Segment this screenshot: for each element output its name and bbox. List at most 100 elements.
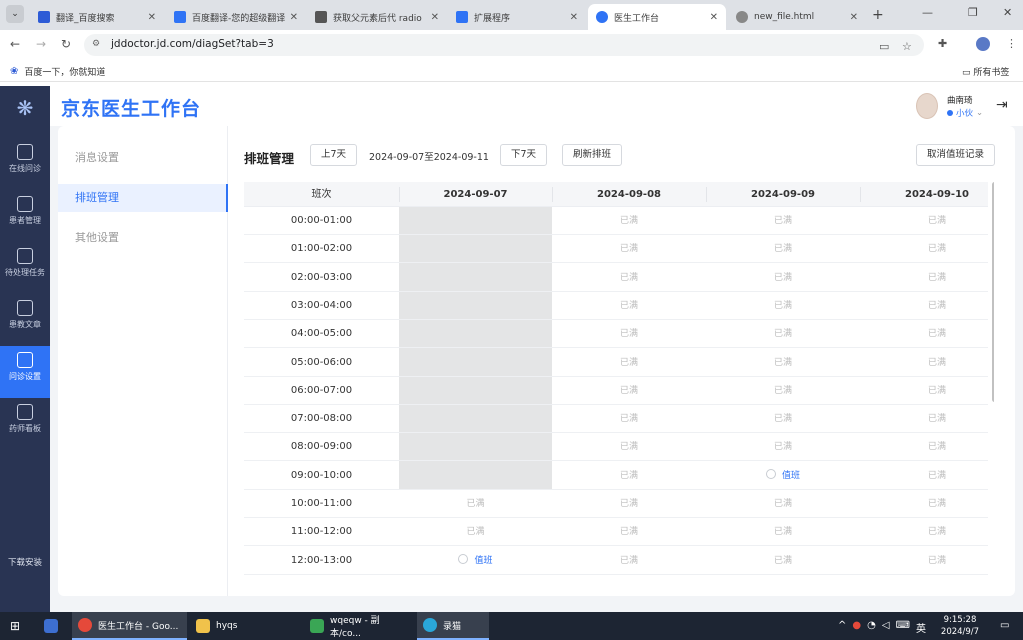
page-title: 排班管理 [244, 151, 295, 166]
window-close-icon[interactable]: ✕ [1003, 6, 1012, 19]
close-icon[interactable]: ✕ [570, 12, 578, 23]
browser-tab[interactable]: 获取父元素后代 radio ✕ [307, 4, 447, 30]
close-icon[interactable]: ✕ [148, 12, 156, 23]
schedule-table: 班次 2024-09-07 2024-09-08 2024-09-09 2024… [244, 182, 994, 578]
all-bookmarks-button[interactable]: ▭ 所有书签 [962, 65, 1009, 78]
full-slot-cell: 已满 [773, 216, 792, 226]
full-slot-cell: 已满 [466, 527, 485, 538]
user-status-dropdown[interactable]: 小伙 ⌄ [947, 107, 983, 119]
cast-icon[interactable]: ▭ [879, 40, 889, 53]
nav-item-consult-settings[interactable]: 问诊设置 [0, 346, 50, 398]
browser-tab[interactable]: 百度翻译-您的超级翻译 ✕ [166, 4, 306, 30]
taskbar-item-hbuilder[interactable]: wqeqw - 副本/co... [304, 612, 414, 640]
subnav-item-schedule-management[interactable]: 排班管理 [58, 184, 228, 212]
time-slot-label: 07:00-08:00 [290, 413, 353, 425]
subnav-item-message-settings[interactable]: 消息设置 [58, 144, 228, 172]
article-icon [17, 300, 33, 316]
back-icon[interactable]: ← [10, 37, 20, 51]
radio-icon[interactable] [458, 553, 469, 564]
extensions-icon[interactable]: ✚ [938, 37, 947, 50]
full-slot-cell: 已满 [619, 329, 638, 340]
cancel-duty-records-button[interactable]: 取消值班记录 [916, 144, 996, 166]
full-slot-cell: 已满 [619, 555, 638, 566]
full-slot-cell: 已满 [619, 300, 638, 311]
date-range-label: 2024-09-07至2024-09-11 [369, 152, 489, 163]
logout-icon[interactable]: ⇥ [996, 97, 1008, 113]
column-header-shift: 班次 [311, 189, 332, 200]
restore-icon[interactable]: ❐ [968, 6, 978, 19]
browser-tab[interactable]: 扩展程序 ✕ [448, 4, 586, 30]
prev-7-days-button[interactable]: 上7天 [310, 144, 358, 166]
table-row: 04:00-05:00 已满 已满 已满 [244, 320, 988, 349]
tab-search-menu-button[interactable]: ⌄ [6, 5, 24, 23]
bookmark-item[interactable]: ❀ 百度一下，你就知道 [10, 65, 105, 78]
nav-item-pending-tasks[interactable]: 待处理任务 [0, 242, 50, 294]
profile-avatar[interactable] [976, 37, 990, 51]
table-row: 08:00-09:00 已满 已满 已满 [244, 433, 988, 462]
full-slot-cell: 已满 [927, 527, 946, 538]
reload-icon[interactable]: ↻ [61, 37, 71, 51]
folder-icon [17, 196, 33, 212]
time-slot-label: 12:00-13:00 [290, 554, 353, 566]
system-clock[interactable]: 9:15:28 2024/9/7 [940, 614, 980, 638]
browser-toolbar: ← → ↻ ⚙ jddoctor.jd.com/diagSet?tab=3 ▭ … [0, 30, 1023, 60]
close-icon[interactable]: ✕ [290, 12, 298, 23]
windows-start-icon[interactable]: ⊞ [10, 619, 24, 633]
full-slot-cell: 已满 [773, 385, 792, 396]
settings-doc-icon [17, 352, 33, 368]
table-row: 12:00-13:00 值班 已满 已满 已满 [244, 547, 988, 575]
full-slot-cell: 已满 [619, 470, 638, 481]
taskbar-item-recorder[interactable]: 录猫 [417, 612, 489, 640]
notification-icon[interactable]: ▭ [1000, 620, 1009, 631]
column-header-date: 2024-09-10 [905, 189, 969, 200]
taskbar-item-chrome[interactable]: 医生工作台 - Goo... [72, 612, 187, 640]
full-slot-cell: 已满 [927, 442, 946, 453]
next-7-days-button[interactable]: 下7天 [500, 144, 548, 166]
close-icon[interactable]: ✕ [850, 12, 858, 23]
duty-slot-radio[interactable]: 值班 [706, 462, 860, 490]
taskbar-item-folder[interactable]: hyqs [190, 612, 300, 640]
chevron-up-icon[interactable]: ^ [838, 620, 846, 635]
full-slot-cell: 已满 [619, 272, 638, 283]
browser-tab[interactable]: new_file.html ✕ [728, 4, 866, 30]
close-icon[interactable]: ✕ [710, 12, 718, 23]
subnav-item-other-settings[interactable]: 其他设置 [58, 224, 228, 252]
folder-icon: ▭ [962, 68, 974, 78]
nav-item-online-consult[interactable]: 在线问诊 [0, 138, 50, 190]
full-slot-cell: 已满 [927, 329, 946, 340]
nav-item-pharmacist-board[interactable]: 药师看板 [0, 398, 50, 450]
time-slot-label: 06:00-07:00 [290, 384, 353, 396]
nav-item-patient-management[interactable]: 患者管理 [0, 190, 50, 242]
radio-icon[interactable] [765, 468, 776, 479]
clipboard-icon [17, 404, 33, 420]
system-tray: ^ ● ◔ ◁ ⌨ 英 [838, 620, 926, 635]
ime-tray-icon[interactable]: ⌨ [896, 620, 910, 635]
address-bar[interactable]: ⚙ jddoctor.jd.com/diagSet?tab=3 ▭ ☆ [84, 34, 924, 56]
table-scrollbar[interactable] [992, 182, 994, 402]
user-name: 曲南琦 [947, 96, 973, 106]
hbuilder-icon [310, 619, 324, 633]
duty-slot-radio[interactable]: 值班 [399, 547, 552, 575]
bookmark-star-icon[interactable]: ☆ [902, 40, 912, 53]
network-icon[interactable]: ◔ [867, 620, 876, 635]
avatar[interactable] [916, 93, 938, 119]
chrome-icon [78, 618, 92, 632]
ime-indicator[interactable]: 英 [916, 620, 926, 635]
baidu-paw-icon: ❀ [10, 66, 19, 77]
browser-tab-active[interactable]: 医生工作台 ✕ [588, 4, 726, 30]
browser-tab[interactable]: 翻译_百度搜索 ✕ [30, 4, 164, 30]
volume-icon[interactable]: ◁ [882, 620, 890, 635]
forward-icon[interactable]: → [36, 37, 46, 51]
close-icon[interactable]: ✕ [431, 12, 439, 23]
browser-menu-icon[interactable]: ⋮ [1006, 37, 1017, 50]
new-tab-button[interactable]: + [872, 7, 884, 23]
folder-icon [196, 619, 210, 633]
minimize-icon[interactable]: — [922, 6, 933, 19]
record-tray-icon[interactable]: ● [852, 620, 861, 635]
refresh-schedule-button[interactable]: 刷新排班 [562, 144, 623, 166]
taskbar-item[interactable] [38, 612, 70, 640]
site-info-icon[interactable]: ⚙ [92, 39, 104, 51]
nav-item-articles[interactable]: 患教文章 [0, 294, 50, 346]
download-install-link[interactable]: 下载安装 [0, 556, 50, 568]
full-slot-cell: 已满 [773, 442, 792, 453]
